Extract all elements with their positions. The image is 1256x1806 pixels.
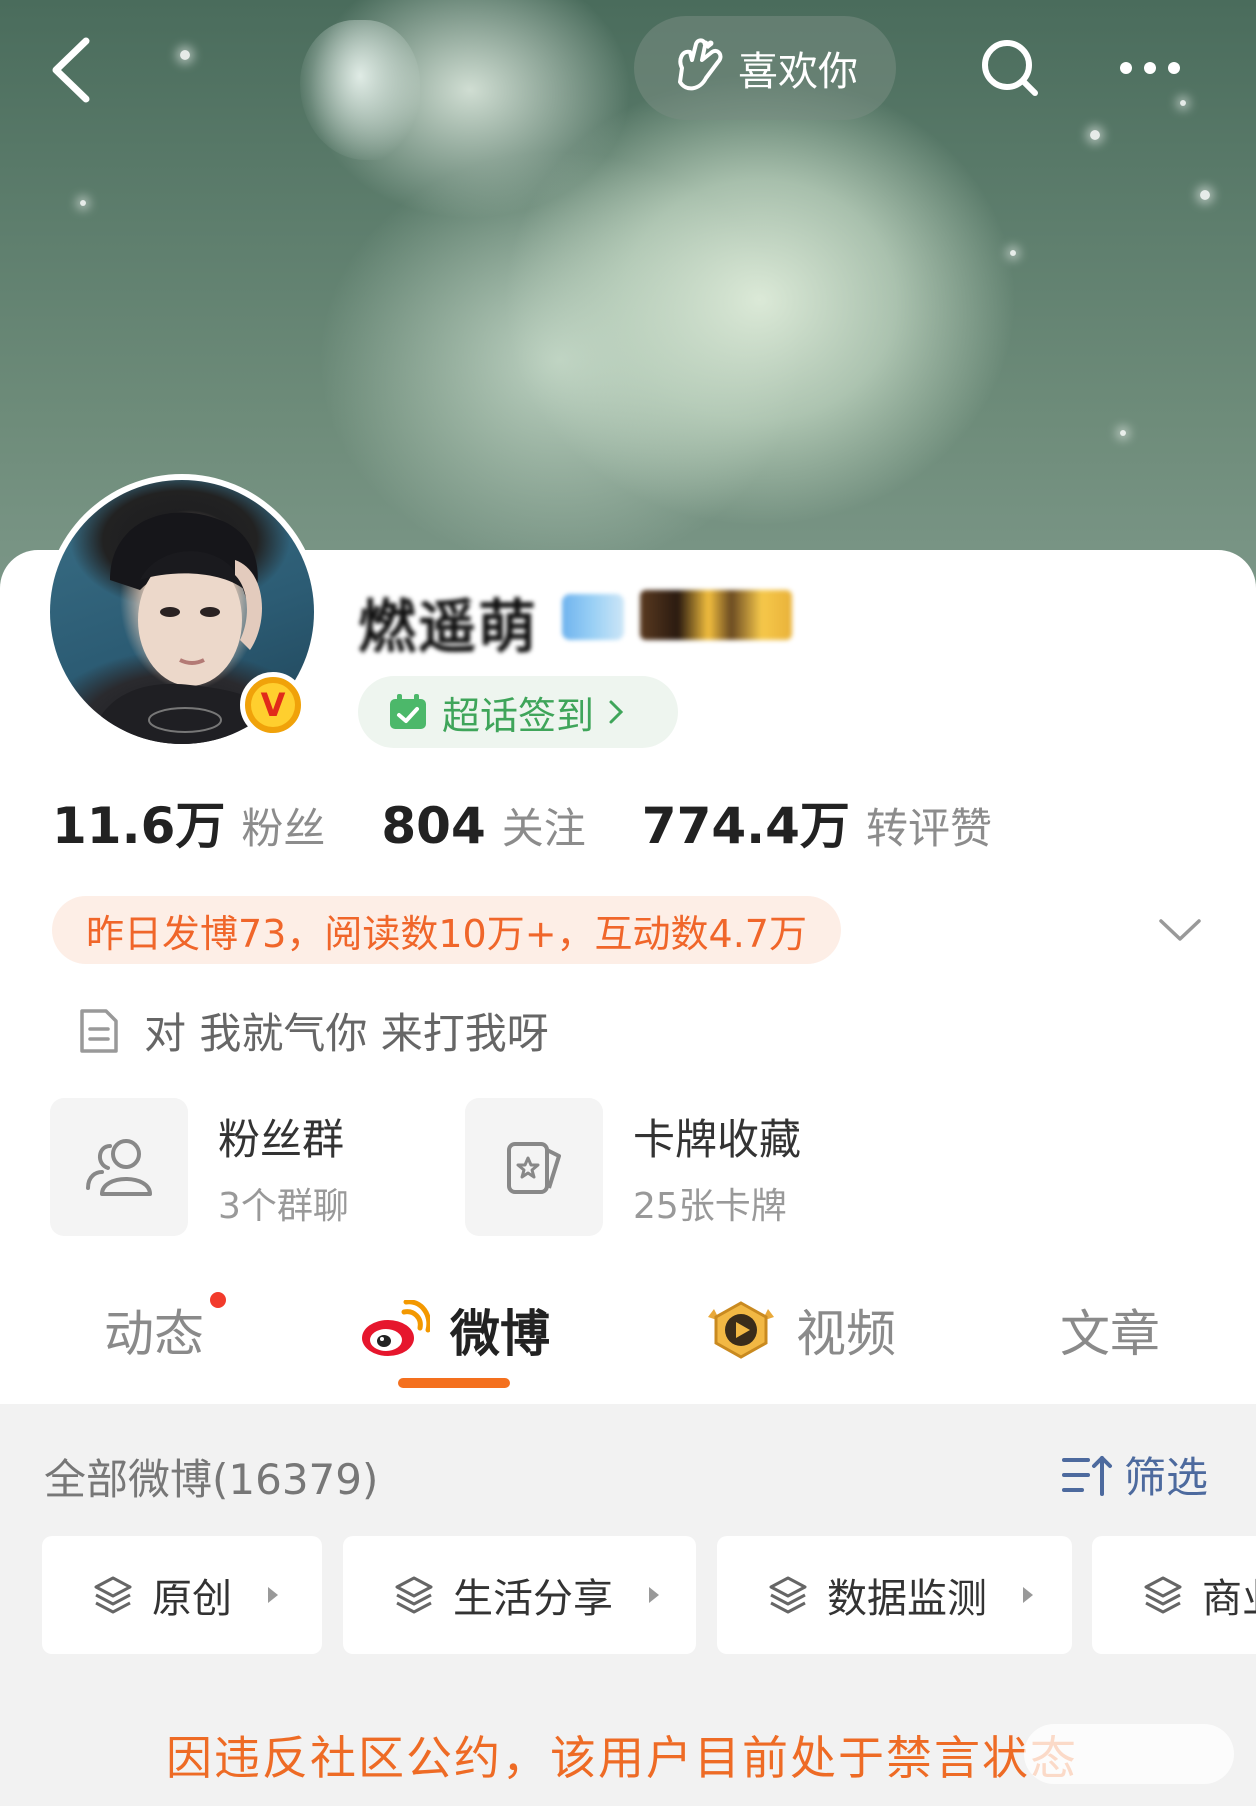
like-you-button[interactable]: 喜欢你 — [634, 16, 896, 120]
bio-text: 对 我就气你 来打我呀 — [144, 1009, 549, 1058]
fan-group-icon — [50, 1098, 188, 1236]
tab-weibo[interactable]: 微博 — [360, 1280, 550, 1380]
watermark — [1024, 1724, 1234, 1784]
stat-label: 关注 — [501, 804, 586, 853]
chip-business[interactable]: 商业 — [1092, 1536, 1256, 1654]
chip-original[interactable]: 原创 — [42, 1536, 322, 1654]
star-decoration — [80, 200, 86, 206]
card-collection-icon — [465, 1098, 603, 1236]
bio: 对 我就气你 来打我呀 — [78, 1000, 549, 1061]
username: 燃遥萌 — [358, 593, 539, 661]
tile-subtitle: 3个群聊 — [218, 1185, 349, 1227]
tab-label: 微博 — [450, 1305, 550, 1363]
more-options-button[interactable] — [1110, 30, 1190, 106]
card-collection-tile[interactable]: 卡牌收藏 25张卡牌 — [465, 1098, 801, 1236]
tab-label: 文章 — [1060, 1305, 1160, 1363]
verified-badge-icon: V — [240, 672, 306, 738]
butterfly-decoration — [300, 20, 420, 160]
membership-badge-icon[interactable] — [562, 594, 624, 640]
caret-right-icon — [649, 1587, 659, 1603]
calendar-check-icon — [390, 694, 426, 729]
tile-title: 卡牌收藏 — [633, 1114, 802, 1164]
chip-label: 商业 — [1202, 1576, 1256, 1622]
stat-number: 774.4万 — [641, 797, 850, 855]
super-topic-label: 超话签到 — [442, 693, 595, 738]
layers-icon — [1144, 1576, 1182, 1614]
tab-label: 动态 — [104, 1305, 204, 1363]
stat-label: 粉丝 — [241, 804, 326, 853]
stat-label: 转评赞 — [865, 804, 992, 853]
tile-subtitle: 25张卡牌 — [633, 1185, 787, 1227]
document-icon — [80, 1008, 118, 1053]
more-dots-icon — [1120, 62, 1180, 74]
notification-dot — [210, 1292, 226, 1308]
filter-icon — [1062, 1455, 1112, 1496]
tab-articles[interactable]: 文章 — [1060, 1280, 1160, 1380]
ban-notice: 因违反社区公约，该用户目前处于禁言状态 — [166, 1731, 1078, 1785]
expand-button[interactable] — [1150, 900, 1210, 960]
layers-icon — [94, 1576, 132, 1614]
caret-right-icon — [1023, 1587, 1033, 1603]
stat-interactions[interactable]: 774.4万 转评赞 — [642, 786, 992, 858]
star-decoration — [1010, 250, 1016, 256]
weibo-logo-icon — [362, 1300, 430, 1356]
search-button[interactable] — [972, 30, 1048, 106]
caret-right-icon — [268, 1587, 278, 1603]
chip-life-share[interactable]: 生活分享 — [343, 1536, 696, 1654]
tab-dynamics[interactable]: 动态 — [104, 1280, 204, 1380]
chevron-down-icon — [1159, 919, 1201, 941]
profile-stats: 11.6万 粉丝 804 关注 774.4万 转评赞 — [52, 786, 992, 858]
video-badge-icon — [708, 1301, 774, 1359]
search-icon — [982, 40, 1038, 96]
fan-group-tile[interactable]: 粉丝群 3个群聊 — [50, 1098, 349, 1236]
filter-button[interactable]: 筛选 — [1062, 1444, 1208, 1505]
super-topic-checkin-button[interactable]: 超话签到 — [358, 676, 678, 748]
like-you-label: 喜欢你 — [738, 49, 858, 95]
chip-label: 数据监测 — [827, 1576, 987, 1622]
star-decoration — [180, 50, 190, 60]
chevron-left-icon — [52, 37, 90, 103]
tile-title: 粉丝群 — [218, 1114, 345, 1164]
layers-icon — [395, 1576, 433, 1614]
star-decoration — [1200, 190, 1210, 200]
tab-video[interactable]: 视频 — [706, 1280, 896, 1380]
layers-icon — [769, 1576, 807, 1614]
chip-data-monitor[interactable]: 数据监测 — [717, 1536, 1072, 1654]
stat-number: 11.6万 — [52, 797, 226, 855]
chip-label: 生活分享 — [453, 1576, 613, 1622]
stat-followers[interactable]: 11.6万 粉丝 — [52, 786, 325, 858]
chevron-right-icon — [609, 700, 624, 724]
star-decoration — [1090, 130, 1100, 140]
hand-heart-icon — [678, 38, 723, 91]
level-badge-icon[interactable] — [640, 590, 792, 640]
filter-label: 筛选 — [1124, 1453, 1209, 1502]
star-decoration — [1120, 430, 1126, 436]
stat-following[interactable]: 804 关注 — [381, 795, 585, 856]
tab-label: 视频 — [796, 1305, 896, 1363]
feed-title: 全部微博(16379) — [44, 1455, 379, 1504]
chip-label: 原创 — [152, 1576, 232, 1622]
stat-number: 804 — [381, 797, 486, 855]
yesterday-summary[interactable]: 昨日发博73，阅读数10万+，互动数4.7万 — [52, 896, 841, 964]
profile-tabs: 动态 微博 视频 文章 — [0, 1280, 1256, 1404]
active-tab-indicator — [398, 1378, 510, 1388]
back-button[interactable] — [40, 30, 100, 110]
